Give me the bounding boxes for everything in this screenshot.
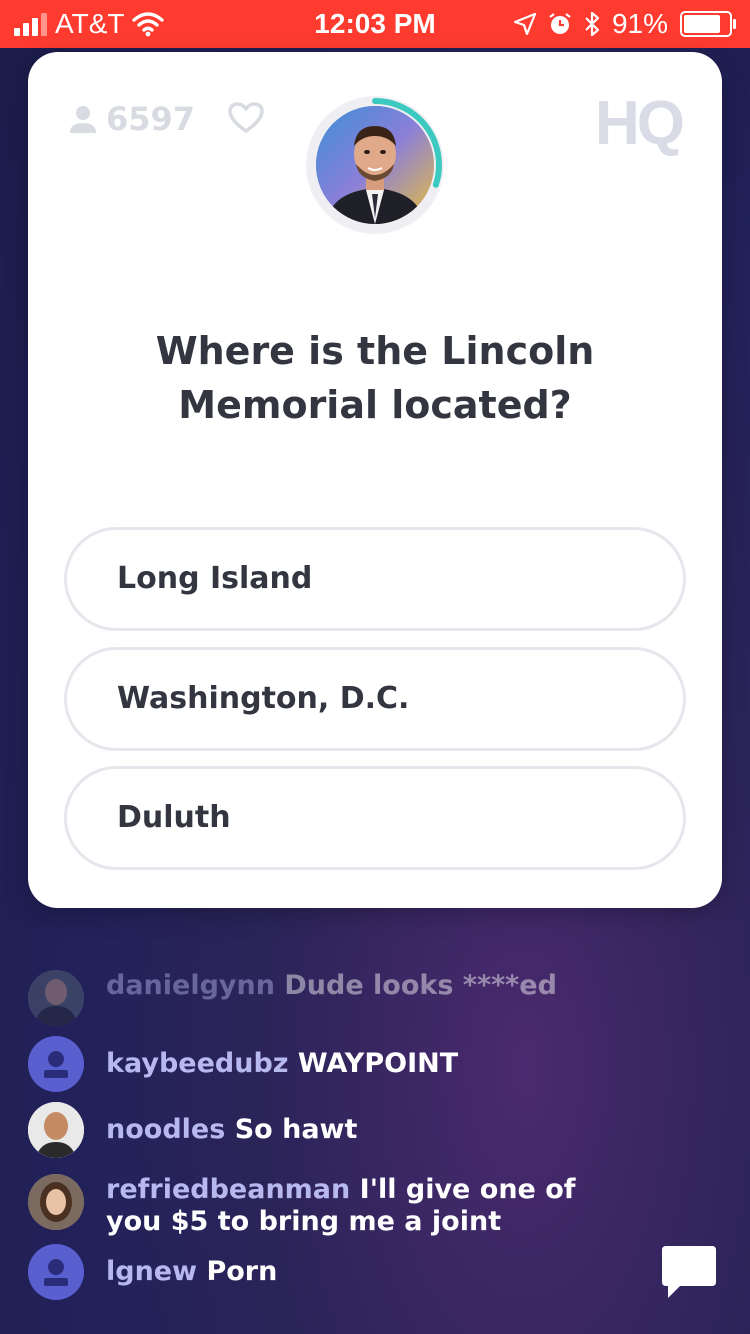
answer-label: Long Island xyxy=(117,561,313,596)
bluetooth-icon xyxy=(585,11,600,37)
question-card: 6597 HQ Where is the Lincoln Memorial lo… xyxy=(28,52,722,908)
hq-logo: HQ xyxy=(595,89,685,158)
chat-text: So hawt xyxy=(234,1114,358,1145)
chat-message: danielgynn Dude looks ****ed xyxy=(28,970,557,1026)
person-icon xyxy=(44,1051,68,1078)
viewer-count-label: 6597 xyxy=(106,100,196,138)
answer-option-3[interactable]: Duluth xyxy=(64,766,686,870)
alarm-icon xyxy=(549,13,571,34)
host-avatar-container xyxy=(306,96,444,234)
chat-username: kaybeedubz xyxy=(106,1048,289,1079)
avatar xyxy=(28,1036,84,1092)
avatar xyxy=(28,970,84,1026)
person-icon xyxy=(70,106,96,133)
chat-text: WAYPOINT xyxy=(297,1048,459,1079)
answer-option-1[interactable]: Long Island xyxy=(64,527,686,631)
person-icon xyxy=(44,1259,68,1286)
avatar xyxy=(28,1102,84,1158)
chat-bubble-icon[interactable] xyxy=(660,1244,718,1300)
chat-username: noodles xyxy=(106,1114,226,1145)
battery-icon xyxy=(680,11,736,37)
chat-message: noodles So hawt xyxy=(28,1102,357,1158)
answer-label: Duluth xyxy=(117,800,231,835)
chat-username: refriedbeanman xyxy=(106,1174,351,1205)
chat-text: Porn xyxy=(206,1256,278,1287)
chat-username: danielgynn xyxy=(106,970,275,1001)
chat-message: lgnew Porn xyxy=(28,1244,277,1300)
battery-percent: 91% xyxy=(611,8,668,39)
status-bar: AT&T 12:03 PM 91% xyxy=(0,0,750,48)
chat-message: refriedbeanman I'll give one of you $5 t… xyxy=(28,1174,626,1238)
chat-username: lgnew xyxy=(106,1256,198,1287)
avatar xyxy=(28,1174,84,1230)
answer-label: Washington, D.C. xyxy=(117,681,410,716)
location-icon xyxy=(513,13,536,35)
answer-option-2[interactable]: Washington, D.C. xyxy=(64,647,686,751)
avatar xyxy=(28,1244,84,1300)
viewer-count: 6597 xyxy=(68,100,195,138)
chat-text: Dude looks ****ed xyxy=(284,970,557,1001)
chat-message: kaybeedubz WAYPOINT xyxy=(28,1036,458,1092)
heart-icon[interactable] xyxy=(228,102,264,134)
question-text: Where is the Lincoln Memorial located? xyxy=(155,329,595,427)
host-avatar xyxy=(316,106,434,224)
